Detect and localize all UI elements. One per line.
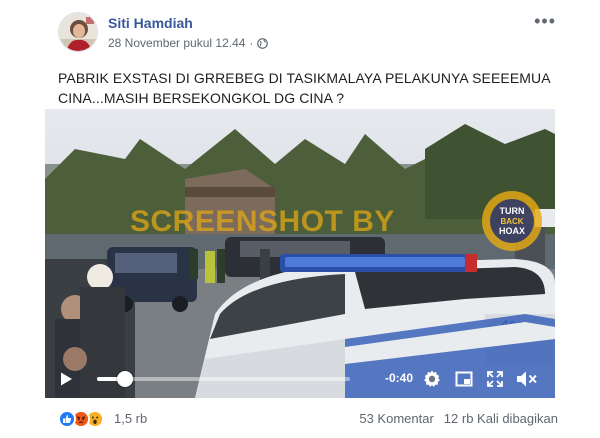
- picture-in-picture-icon[interactable]: [455, 370, 473, 388]
- avatar[interactable]: [58, 12, 98, 52]
- fullscreen-icon[interactable]: [486, 370, 504, 388]
- post-text: PABRIK EXSTASI DI GRREBEG DI TASIKMALAYA…: [58, 70, 550, 106]
- video-player[interactable]: 403 SCREENSHOT BY TURN BACK HOAX -0:40: [45, 109, 555, 398]
- turnbackhoax-logo-icon: TURN BACK HOAX: [482, 191, 542, 251]
- video-controls: -0:40: [45, 358, 555, 398]
- like-reaction-icon[interactable]: [58, 410, 76, 428]
- comments-count[interactable]: 53 Komentar: [359, 411, 433, 426]
- time-remaining: -0:40: [385, 371, 414, 385]
- watermark-text: SCREENSHOT BY: [130, 205, 395, 238]
- video-frame: 403: [45, 109, 555, 398]
- globe-icon[interactable]: [257, 37, 269, 49]
- shares-count[interactable]: 12 rb Kali dibagikan: [444, 411, 558, 426]
- svg-text:BACK: BACK: [500, 217, 523, 226]
- progress-handle[interactable]: [117, 371, 133, 387]
- reaction-count[interactable]: 1,5 rb: [114, 411, 147, 426]
- more-options-icon[interactable]: •••: [534, 12, 556, 30]
- svg-text:TURN: TURN: [500, 206, 525, 216]
- author-name[interactable]: Siti Hamdiah: [108, 15, 193, 31]
- reaction-icons[interactable]: [58, 410, 112, 428]
- volume-muted-icon[interactable]: [515, 369, 539, 389]
- settings-icon[interactable]: [422, 369, 442, 389]
- post-timestamp[interactable]: 28 November pukul 12.44: [108, 36, 245, 50]
- progress-track[interactable]: [97, 377, 350, 381]
- post-meta: 28 November pukul 12.44 ·: [108, 36, 269, 50]
- post-header: Siti Hamdiah 28 November pukul 12.44 · •…: [58, 12, 558, 56]
- play-icon[interactable]: [58, 371, 74, 387]
- engagement-stats: 53 Komentar 12 rb Kali dibagikan: [359, 411, 558, 426]
- post-footer: 1,5 rb 53 Komentar 12 rb Kali dibagikan: [58, 408, 558, 430]
- svg-text:HOAX: HOAX: [499, 226, 525, 236]
